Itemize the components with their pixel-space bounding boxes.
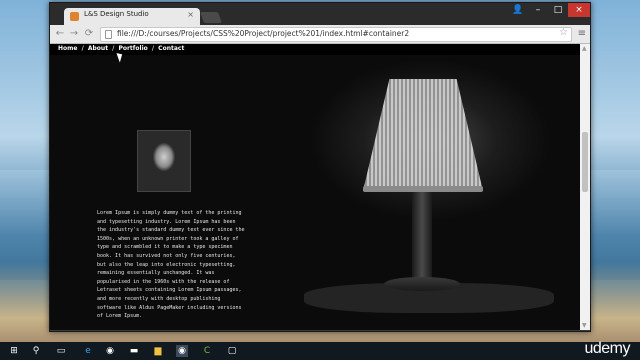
edge-icon[interactable]: e xyxy=(82,345,94,357)
browser-window: L&S Design Studio × 👤 – □ × ← → ⟳ file:/… xyxy=(49,2,591,332)
back-icon[interactable]: ← xyxy=(54,28,66,40)
favicon-icon xyxy=(70,12,79,21)
tab-title: L&S Design Studio xyxy=(84,10,149,18)
camtasia-icon[interactable]: C xyxy=(201,345,213,357)
nav-separator: / xyxy=(112,45,115,52)
browser-tab[interactable]: L&S Design Studio × xyxy=(64,8,200,25)
nav-about-link[interactable]: About xyxy=(88,45,108,52)
nav-contact-link[interactable]: Contact xyxy=(158,45,184,52)
code-editor-icon[interactable]: ▢ xyxy=(226,345,238,357)
scroll-up-icon[interactable]: ▲ xyxy=(582,45,587,52)
monitor-icon[interactable]: ▬ xyxy=(128,345,140,357)
chrome-active-icon[interactable]: ◉ xyxy=(176,345,188,357)
chrome-icon[interactable]: ◉ xyxy=(104,345,116,357)
nav-portfolio-link[interactable]: Portfolio xyxy=(118,45,147,52)
address-bar[interactable]: file:///D:/courses/Projects/CSS%20Projec… xyxy=(100,27,572,42)
page-icon xyxy=(105,30,112,39)
windows-start-icon[interactable]: ⊞ xyxy=(8,345,20,357)
nav-separator: / xyxy=(81,45,84,52)
minimize-icon[interactable]: – xyxy=(528,3,548,17)
scroll-thumb[interactable] xyxy=(582,132,588,192)
search-icon[interactable]: ⚲ xyxy=(30,345,42,357)
browser-toolbar: ← → ⟳ file:///D:/courses/Projects/CSS%20… xyxy=(50,25,590,44)
menu-icon[interactable]: ≡ xyxy=(578,28,586,40)
bookmark-star-icon[interactable]: ☆ xyxy=(559,27,568,38)
profile-photo xyxy=(137,130,191,192)
close-icon[interactable]: × xyxy=(568,3,590,17)
page-viewport: Home / About / Portfolio / Contact Lorem… xyxy=(50,44,580,330)
site-navbar: Home / About / Portfolio / Contact xyxy=(50,44,580,55)
nav-separator: / xyxy=(151,45,155,52)
windows-taskbar: ⊞ ⚲ ▭ e ◉ ▬ ▆ ◉ C ▢ udemy xyxy=(0,340,640,360)
user-icon[interactable]: 👤 xyxy=(508,3,528,17)
lamp-stem xyxy=(412,192,432,282)
nav-home-link[interactable]: Home xyxy=(58,45,77,52)
title-bar: L&S Design Studio × 👤 – □ × xyxy=(50,3,590,25)
file-explorer-icon[interactable]: ▆ xyxy=(152,345,164,357)
maximize-icon[interactable]: □ xyxy=(548,3,568,17)
page-scrollbar[interactable]: ▲ ▼ xyxy=(580,44,590,330)
forward-icon[interactable]: → xyxy=(68,28,80,40)
hero-section: Lorem Ipsum is simply dummy text of the … xyxy=(50,55,580,330)
scroll-down-icon[interactable]: ▼ xyxy=(582,322,587,329)
url-text[interactable]: file:///D:/courses/Projects/CSS%20Projec… xyxy=(117,29,409,38)
site-nav-links: Home / About / Portfolio / Contact xyxy=(58,45,186,52)
new-tab-button[interactable] xyxy=(199,12,223,23)
lamp-base xyxy=(384,277,460,291)
bio-paragraph: Lorem Ipsum is simply dummy text of the … xyxy=(97,210,245,320)
tab-close-icon[interactable]: × xyxy=(187,10,194,19)
reload-icon[interactable]: ⟳ xyxy=(83,28,95,40)
task-view-icon[interactable]: ▭ xyxy=(55,345,67,357)
udemy-watermark: udemy xyxy=(584,340,630,357)
